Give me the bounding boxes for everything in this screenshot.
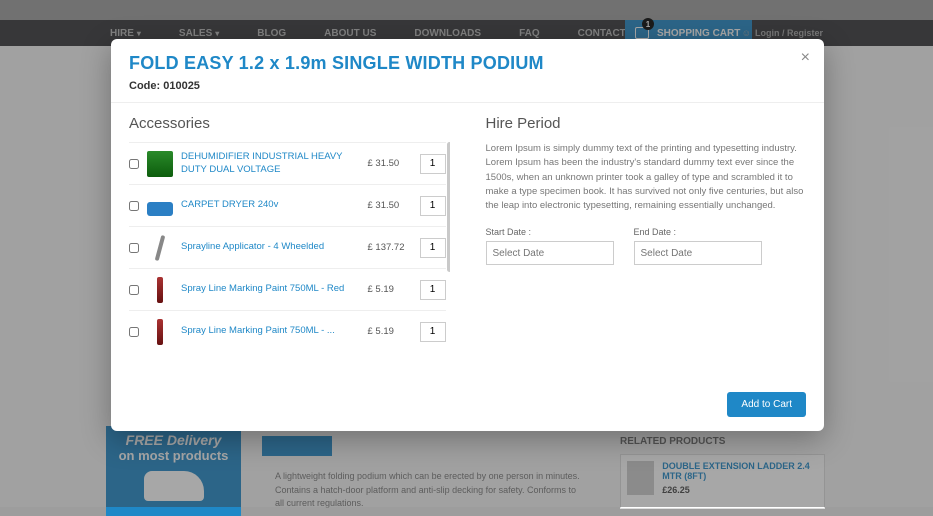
accessory-price: £ 137.72 xyxy=(368,242,412,253)
accessory-name[interactable]: Spray Line Marking Paint 750ML - ... xyxy=(181,325,360,337)
start-date-input[interactable] xyxy=(486,241,614,265)
accessory-row: Spray Line Marking Paint 750ML - Red £ 5.… xyxy=(129,268,446,310)
accessory-price: £ 5.19 xyxy=(368,284,412,295)
accessory-checkbox[interactable] xyxy=(129,159,139,169)
add-to-cart-button[interactable]: Add to Cart xyxy=(727,392,806,417)
accessories-panel: Accessories DEHUMIDIFIER INDUSTRIAL HEAV… xyxy=(111,103,468,382)
close-icon[interactable]: × xyxy=(801,49,810,67)
accessories-scroll[interactable]: DEHUMIDIFIER INDUSTRIAL HEAVY DUTY DUAL … xyxy=(129,142,450,358)
accessory-qty-input[interactable] xyxy=(420,238,446,258)
accessory-name[interactable]: Sprayline Applicator - 4 Wheelded xyxy=(181,241,360,253)
hire-period-heading: Hire Period xyxy=(486,115,807,132)
end-date-label: End Date : xyxy=(634,227,762,237)
accessory-thumb xyxy=(147,151,173,177)
accessory-checkbox[interactable] xyxy=(129,285,139,295)
accessory-qty-input[interactable] xyxy=(420,196,446,216)
accessory-name[interactable]: CARPET DRYER 240v xyxy=(181,199,360,211)
accessory-thumb xyxy=(147,202,173,216)
hire-period-description: Lorem Ipsum is simply dummy text of the … xyxy=(486,142,807,213)
accessory-name[interactable]: Spray Line Marking Paint 750ML - Red xyxy=(181,283,360,295)
accessory-price: £ 31.50 xyxy=(368,158,412,169)
accessory-thumb xyxy=(157,319,163,345)
accessory-checkbox[interactable] xyxy=(129,327,139,337)
accessory-row: CARPET DRYER 240v £ 31.50 xyxy=(129,184,446,226)
accessory-thumb xyxy=(155,234,166,260)
accessory-row: Spray Line Marking Paint 750ML - ... £ 5.… xyxy=(129,310,446,352)
modal-header: FOLD EASY 1.2 x 1.9m SINGLE WIDTH PODIUM… xyxy=(111,39,824,103)
accessory-checkbox[interactable] xyxy=(129,243,139,253)
hire-period-panel: Hire Period Lorem Ipsum is simply dummy … xyxy=(468,103,825,382)
accessory-qty-input[interactable] xyxy=(420,322,446,342)
accessory-checkbox[interactable] xyxy=(129,201,139,211)
end-date-input[interactable] xyxy=(634,241,762,265)
accessories-list: DEHUMIDIFIER INDUSTRIAL HEAVY DUTY DUAL … xyxy=(129,142,450,358)
accessory-qty-input[interactable] xyxy=(420,280,446,300)
modal-title: FOLD EASY 1.2 x 1.9m SINGLE WIDTH PODIUM xyxy=(129,53,806,74)
accessory-thumb xyxy=(157,277,163,303)
accessories-heading: Accessories xyxy=(129,115,450,132)
accessory-row: Sprayline Applicator - 4 Wheelded £ 137.7… xyxy=(129,226,446,268)
accessory-price: £ 5.19 xyxy=(368,326,412,337)
accessory-row: DEHUMIDIFIER INDUSTRIAL HEAVY DUTY DUAL … xyxy=(129,142,446,184)
product-modal: FOLD EASY 1.2 x 1.9m SINGLE WIDTH PODIUM… xyxy=(111,39,824,431)
product-code: Code: 010025 xyxy=(129,80,806,92)
modal-footer: Add to Cart xyxy=(111,382,824,431)
accessory-qty-input[interactable] xyxy=(420,154,446,174)
accessory-price: £ 31.50 xyxy=(368,200,412,211)
start-date-label: Start Date : xyxy=(486,227,614,237)
accessory-name[interactable]: DEHUMIDIFIER INDUSTRIAL HEAVY DUTY DUAL … xyxy=(181,151,360,176)
